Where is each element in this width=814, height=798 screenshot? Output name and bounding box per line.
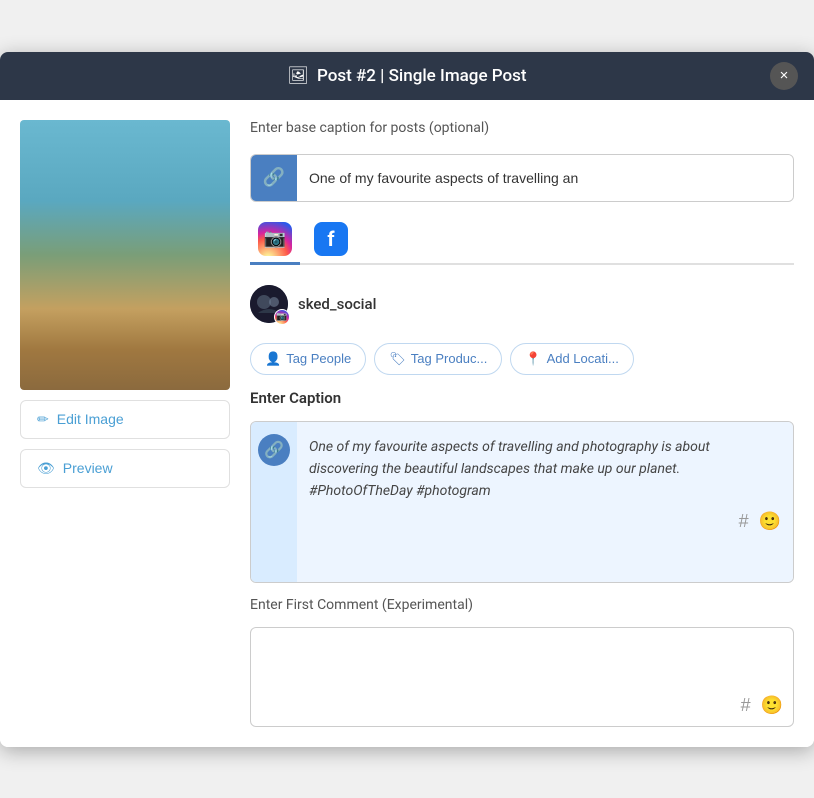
hashtag-button[interactable]: # [739, 511, 749, 532]
post-modal: 🖼 Post #2 | Single Image Post × ✏ Edit I… [0, 52, 814, 747]
tag-icon: 🏷 [389, 351, 406, 367]
platform-tabs: 📷 f [250, 216, 794, 265]
tag-buttons: 👤 Tag People 🏷 Tag Produc... 📍 Add Locat… [250, 343, 794, 375]
tag-products-button[interactable]: 🏷 Tag Produc... [374, 343, 502, 375]
facebook-icon: f [314, 222, 348, 256]
right-panel: Enter base caption for posts (optional) … [250, 120, 794, 727]
modal-title-text: Post #2 | Single Image Post [317, 66, 527, 86]
edit-image-button[interactable]: ✏ Edit Image [20, 400, 230, 439]
person-icon: 👤 [265, 351, 281, 367]
preview-label: Preview [63, 460, 113, 476]
hashtag-icon: # [739, 511, 749, 531]
caption-brand-icon: 🔗 [258, 434, 290, 466]
emoji-icon: 🙂 [759, 511, 781, 531]
modal-title: 🖼 Post #2 | Single Image Post [287, 66, 526, 86]
post-image [20, 120, 230, 390]
caption-text-area[interactable]: One of my favourite aspects of travellin… [297, 422, 793, 582]
caption-section-label: Enter Caption [250, 389, 794, 407]
instagram-icon: 📷 [258, 222, 292, 256]
tag-people-button[interactable]: 👤 Tag People [250, 343, 366, 375]
add-location-button[interactable]: 📍 Add Locati... [510, 343, 633, 375]
brand-link-icon: 🔗 [264, 440, 284, 459]
comment-emoji-icon: 🙂 [761, 695, 783, 715]
first-comment-box[interactable]: # 🙂 [250, 627, 794, 727]
base-caption-label: Enter base caption for posts (optional) [250, 120, 794, 136]
account-row: 📷 sked_social [250, 279, 794, 329]
caption-area: 🔗 One of my favourite aspects of travell… [250, 421, 794, 583]
modal-body: ✏ Edit Image 👁 Preview Enter base captio… [0, 100, 814, 747]
comment-hashtag-button[interactable]: # [741, 695, 751, 716]
edit-image-label: Edit Image [57, 411, 124, 427]
tag-people-label: Tag People [286, 351, 351, 366]
account-name: sked_social [298, 295, 376, 313]
first-comment-icons: # 🙂 [741, 695, 783, 716]
tag-products-label: Tag Produc... [411, 351, 488, 366]
first-comment-label: Enter First Comment (Experimental) [250, 597, 794, 613]
tab-facebook[interactable]: f [306, 216, 356, 265]
modal-header: 🖼 Post #2 | Single Image Post × [0, 52, 814, 100]
add-location-label: Add Locati... [547, 351, 619, 366]
caption-left-bar: 🔗 [251, 422, 297, 582]
tab-instagram[interactable]: 📷 [250, 216, 300, 265]
caption-text: One of my favourite aspects of travellin… [309, 436, 781, 503]
base-caption-icon: 🔗 [251, 155, 297, 201]
base-caption-row: 🔗 [250, 154, 794, 202]
base-caption-input[interactable] [297, 155, 793, 201]
post-image-visual [20, 120, 230, 390]
edit-icon: ✏ [37, 411, 49, 428]
preview-icon: 👁 [37, 460, 55, 477]
link-icon: 🔗 [263, 167, 285, 188]
comment-emoji-button[interactable]: 🙂 [761, 695, 783, 716]
close-button[interactable]: × [770, 62, 798, 90]
left-panel: ✏ Edit Image 👁 Preview [20, 120, 230, 727]
emoji-button[interactable]: 🙂 [759, 511, 781, 532]
comment-hashtag-icon: # [741, 695, 751, 715]
close-icon: × [780, 67, 789, 84]
instagram-badge: 📷 [274, 309, 290, 325]
caption-icons-row: # 🙂 [309, 511, 781, 532]
account-avatar: 📷 [250, 285, 288, 323]
location-icon: 📍 [525, 351, 541, 367]
preview-button[interactable]: 👁 Preview [20, 449, 230, 488]
image-header-icon: 🖼 [287, 66, 309, 86]
